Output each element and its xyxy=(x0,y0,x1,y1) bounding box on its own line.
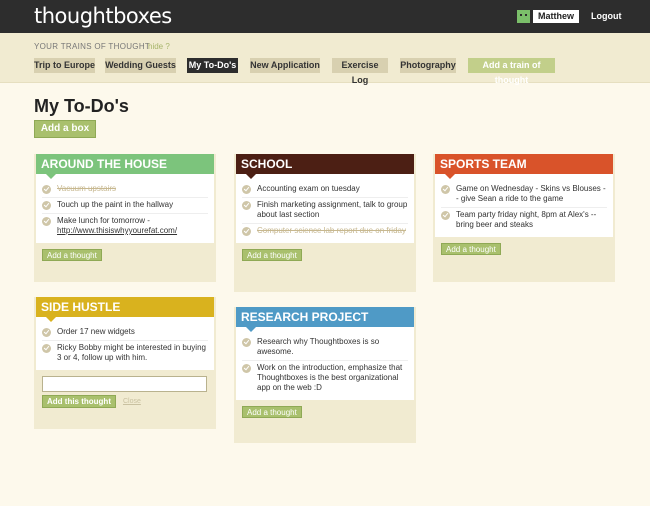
box-around-the-house: AROUND THE HOUSE Vacuum upstairs Touch u… xyxy=(34,154,216,282)
item-text[interactable]: Finish marketing assignment, talk to gro… xyxy=(257,200,408,220)
check-icon[interactable] xyxy=(42,185,51,194)
box-title[interactable]: SCHOOL xyxy=(236,154,414,179)
box-school: SCHOOL Accounting exam on tuesday Finish… xyxy=(234,154,416,292)
box-title[interactable]: RESEARCH PROJECT xyxy=(236,307,414,332)
trains-label: YOUR TRAINS OF THOUGHT xyxy=(34,42,151,51)
tab-exercise-log[interactable]: Exercise Log xyxy=(332,58,388,85)
item-text[interactable]: Team party friday night, 8pm at Alex's -… xyxy=(456,210,607,230)
input-actions: Add this thought Close xyxy=(42,395,216,408)
box-title[interactable]: SPORTS TEAM xyxy=(435,154,613,179)
tab-wedding-guests[interactable]: Wedding Guests xyxy=(105,58,176,73)
list-item: Computer science lab report due on frida… xyxy=(242,224,408,239)
new-thought-input[interactable] xyxy=(42,376,207,392)
box-sports-team: SPORTS TEAM Game on Wednesday - Skins vs… xyxy=(433,154,615,282)
check-icon[interactable] xyxy=(42,328,51,337)
box-items: Research why Thoughtboxes is so awesome.… xyxy=(236,327,414,400)
add-train-button[interactable]: Add a train of thought xyxy=(468,58,555,85)
check-icon[interactable] xyxy=(242,227,251,236)
add-thought-button[interactable]: Add a thought xyxy=(242,249,302,261)
list-item: Ricky Bobby might be interested in buyin… xyxy=(42,341,208,366)
item-text[interactable]: Research why Thoughtboxes is so awesome. xyxy=(257,337,408,357)
list-item: Vacuum upstairs xyxy=(42,182,208,198)
list-item: Touch up the paint in the hallway xyxy=(42,198,208,214)
item-text[interactable]: Order 17 new widgets xyxy=(57,327,135,337)
item-text[interactable]: Ricky Bobby might be interested in buyin… xyxy=(57,343,208,363)
item-text[interactable]: Work on the introduction, emphasize that… xyxy=(257,363,408,393)
add-thought-button[interactable]: Add a thought xyxy=(242,406,302,418)
check-icon[interactable] xyxy=(242,185,251,194)
tab-my-todos[interactable]: My To-Do's xyxy=(187,58,238,73)
user-menu[interactable]: Matthew xyxy=(517,10,579,23)
box-title[interactable]: AROUND THE HOUSE xyxy=(36,154,214,179)
check-icon[interactable] xyxy=(242,201,251,210)
box-research-project: RESEARCH PROJECT Research why Thoughtbox… xyxy=(234,307,416,443)
item-text[interactable]: Game on Wednesday - Skins vs Blouses -- … xyxy=(456,184,607,204)
item-text[interactable]: Vacuum upstairs xyxy=(57,184,116,194)
list-item: Research why Thoughtboxes is so awesome. xyxy=(242,335,408,361)
list-item: Work on the introduction, emphasize that… xyxy=(242,361,408,396)
page-title: My To-Do's xyxy=(34,96,129,116)
check-icon[interactable] xyxy=(441,185,450,194)
tab-new-application[interactable]: New Application xyxy=(250,58,320,73)
logo[interactable]: thoughtboxes xyxy=(34,4,172,28)
trains-of-thought-bar: YOUR TRAINS OF THOUGHT hide ? Trip to Eu… xyxy=(0,33,650,85)
add-thought-button[interactable]: Add a thought xyxy=(441,243,501,255)
avatar-icon xyxy=(517,10,530,23)
check-icon[interactable] xyxy=(42,201,51,210)
item-text-prefix: Make lunch for tomorrow - xyxy=(57,216,150,225)
box-items: Order 17 new widgets Ricky Bobby might b… xyxy=(36,317,214,370)
list-item: Game on Wednesday - Skins vs Blouses -- … xyxy=(441,182,607,208)
add-this-thought-button[interactable]: Add this thought xyxy=(42,395,116,408)
add-box-button[interactable]: Add a box xyxy=(34,120,96,138)
item-link[interactable]: http://www.thisiswhyyourefat.com/ xyxy=(57,226,177,235)
box-items: Game on Wednesday - Skins vs Blouses -- … xyxy=(435,174,613,237)
list-item: Accounting exam on tuesday xyxy=(242,182,408,198)
check-icon[interactable] xyxy=(42,344,51,353)
check-icon[interactable] xyxy=(42,217,51,226)
item-text[interactable]: Accounting exam on tuesday xyxy=(257,184,360,194)
top-bar: thoughtboxes Matthew Logout xyxy=(0,0,650,33)
close-link[interactable]: Close xyxy=(123,398,141,405)
logout-link[interactable]: Logout xyxy=(591,11,622,21)
list-item: Team party friday night, 8pm at Alex's -… xyxy=(441,208,607,233)
list-item: Finish marketing assignment, talk to gro… xyxy=(242,198,408,224)
add-thought-button[interactable]: Add a thought xyxy=(42,249,102,261)
list-item: Make lunch for tomorrow - http://www.thi… xyxy=(42,214,208,239)
tab-photography[interactable]: Photography xyxy=(400,58,456,73)
tab-trip-to-europe[interactable]: Trip to Europe xyxy=(34,58,95,73)
check-icon[interactable] xyxy=(242,364,251,373)
box-title[interactable]: SIDE HUSTLE xyxy=(36,297,214,322)
hide-trains-link[interactable]: hide ? xyxy=(148,42,170,51)
item-text[interactable]: Make lunch for tomorrow - http://www.thi… xyxy=(57,216,177,236)
check-icon[interactable] xyxy=(441,211,450,220)
check-icon[interactable] xyxy=(242,338,251,347)
username[interactable]: Matthew xyxy=(533,10,579,23)
item-text[interactable]: Touch up the paint in the hallway xyxy=(57,200,173,210)
item-text[interactable]: Computer science lab report due on frida… xyxy=(257,226,406,236)
box-items: Accounting exam on tuesday Finish market… xyxy=(236,174,414,243)
box-items: Vacuum upstairs Touch up the paint in th… xyxy=(36,174,214,243)
box-side-hustle: SIDE HUSTLE Order 17 new widgets Ricky B… xyxy=(34,297,216,429)
list-item: Order 17 new widgets xyxy=(42,325,208,341)
